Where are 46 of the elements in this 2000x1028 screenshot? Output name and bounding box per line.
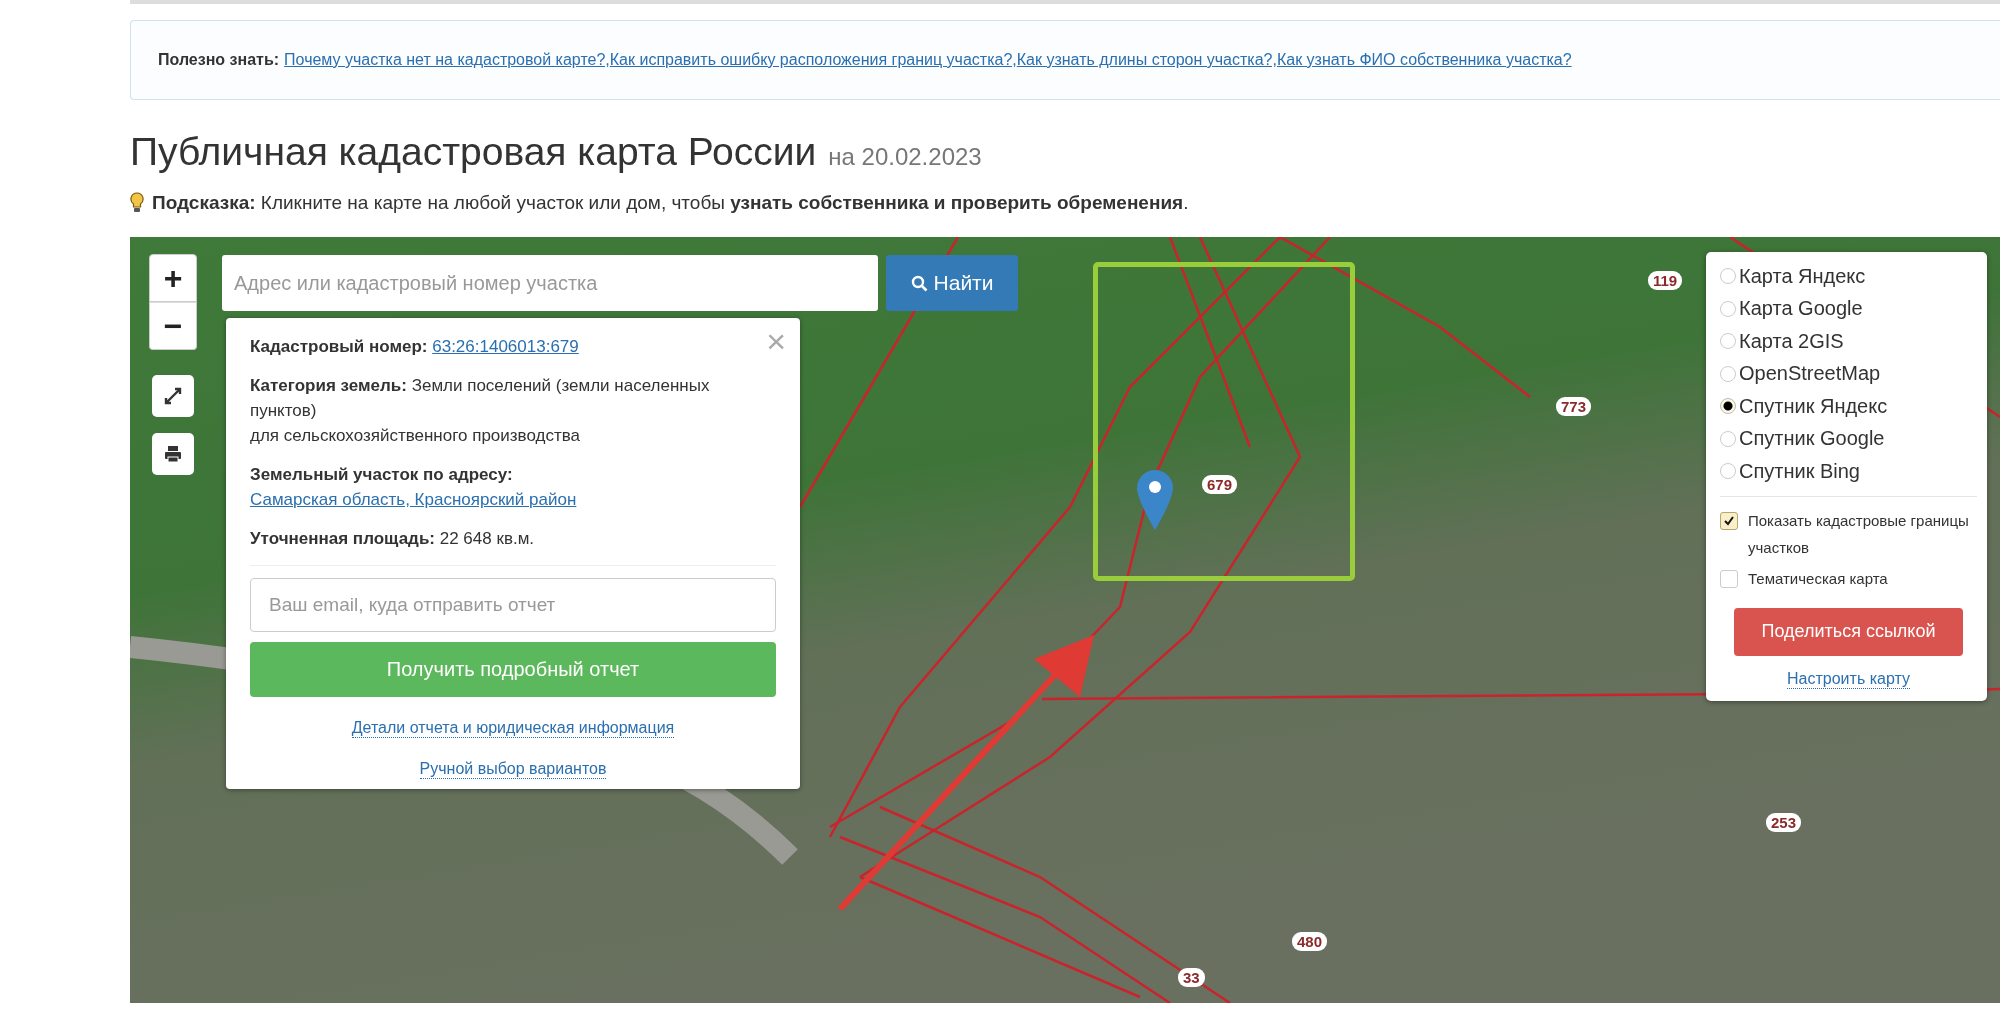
share-link-button[interactable]: Поделиться ссылкой — [1734, 607, 1963, 656]
find-button[interactable]: Найти — [886, 255, 1018, 311]
checkbox[interactable] — [1720, 569, 1738, 588]
help-link[interactable]: Как узнать длины сторон участка?, — [1016, 51, 1277, 69]
settings-link[interactable]: Настроить карту — [1787, 669, 1910, 689]
lightbulb-icon — [130, 192, 144, 214]
address-link[interactable]: Самарская область, Красноярский район — [250, 490, 577, 509]
fullscreen-button[interactable] — [152, 375, 194, 417]
info-label: Полезно знать: — [158, 51, 280, 69]
expand-arrows-icon — [163, 386, 183, 406]
layer-option[interactable]: Спутник Bing — [1720, 455, 1977, 488]
layer-option[interactable]: OpenStreetMap — [1720, 357, 1977, 390]
land-category-detail: для сельскохозяйственного производства — [250, 425, 582, 447]
print-button[interactable] — [152, 433, 194, 475]
email-field[interactable]: Ваш email, куда отправить отчет — [250, 578, 776, 632]
field-label: Кадастровый номер: — [250, 337, 428, 356]
layer-option[interactable]: Спутник Google — [1720, 422, 1977, 455]
layer-option[interactable]: Карта 2GIS — [1720, 325, 1977, 358]
page-title: Публичная кадастровая карта России — [130, 130, 817, 174]
option-checkbox-row[interactable]: Тематическая карта — [1720, 564, 1977, 592]
printer-icon — [163, 444, 183, 464]
parcel-number[interactable]: 119 — [1648, 271, 1683, 290]
field-label: Земельный участок по адресу: — [250, 465, 513, 484]
zoom-in-button[interactable]: + — [149, 254, 197, 302]
layer-option[interactable]: Карта Яндекс — [1720, 260, 1977, 293]
field-label: Уточненная площадь: — [250, 529, 435, 548]
checkmark-icon — [1723, 514, 1735, 527]
hint-text: Подсказка: Кликните на карте на любой участок или дом, чтобы узнать собственника и проверить обременения. — [152, 192, 1189, 214]
address-search-field[interactable]: Адрес или кадастровый номер участка — [222, 255, 878, 311]
dotted-link[interactable]: Детали отчета и юридическая информация — [351, 719, 675, 738]
location-pin-icon[interactable] — [1136, 469, 1174, 531]
dotted-link[interactable]: Ручной выбор вариантов — [419, 760, 607, 779]
search-icon — [910, 274, 928, 292]
layer-option[interactable]: Спутник Яндекс — [1720, 390, 1977, 423]
field-value: 22 648 кв.м. — [439, 529, 535, 548]
date-text: на 20.02.2023 — [828, 143, 982, 171]
radio-button[interactable] — [1720, 398, 1736, 415]
land-category-text: Категория земель: Земли поселений (земли населенных пунктов) — [250, 375, 711, 422]
help-link[interactable]: Как узнать ФИО собственника участка? — [1276, 51, 1572, 69]
help-link[interactable]: Как исправить ошибку расположения границ участка?, — [609, 51, 1017, 69]
checkbox[interactable] — [1720, 511, 1738, 530]
option-checkbox-row[interactable]: Показать кадастровые границы участков — [1720, 506, 1977, 561]
layer-option[interactable]: Карта Google — [1720, 292, 1977, 325]
zoom-out-button[interactable]: − — [149, 302, 197, 350]
help-link[interactable]: Почему участка нет на кадастровой карте?, — [284, 51, 610, 69]
cadastral-number-link[interactable]: 63:26:1406013:679 — [432, 337, 579, 356]
